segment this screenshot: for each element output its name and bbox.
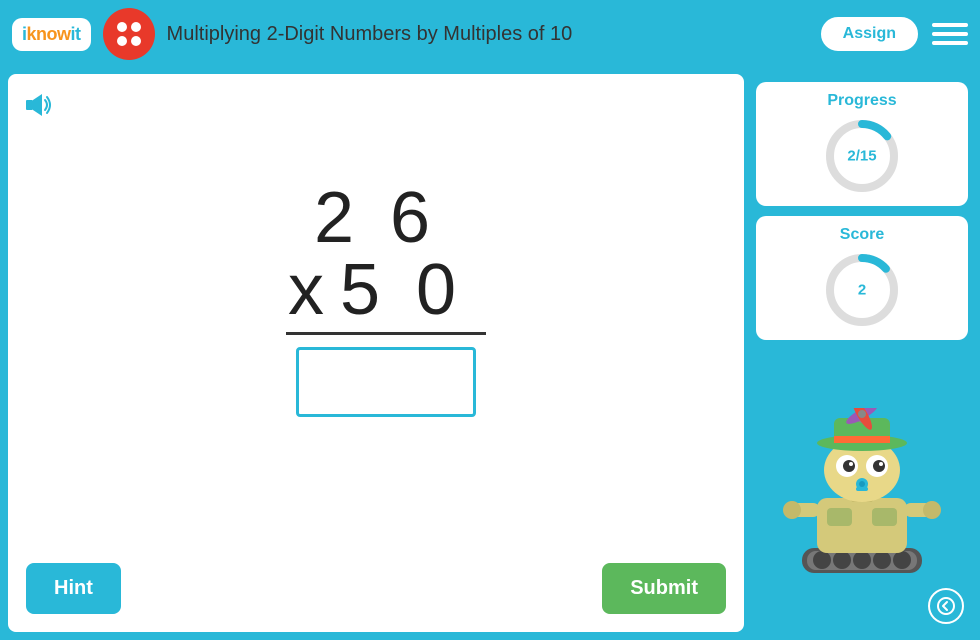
right-panel: Progress 2/15 Score 2 <box>752 74 972 632</box>
multiply-symbol: x <box>288 254 332 326</box>
left-panel: 2 6 x 5 0 Hint Submit <box>8 74 744 632</box>
robot-mascot <box>782 408 942 578</box>
logo-text: iknowit <box>22 24 81 45</box>
header: iknowit Multiplying 2-Digit Numbers by M… <box>0 0 980 68</box>
math-problem: 2 6 x 5 0 <box>22 88 730 551</box>
logo: iknowit <box>12 18 91 51</box>
score-circle: 2 <box>822 250 902 330</box>
dice-dot <box>117 36 127 46</box>
menu-bar-2 <box>932 32 968 36</box>
bottom-row: x 5 0 <box>288 254 464 326</box>
bottom-buttons: Hint Submit <box>22 551 730 618</box>
sound-icon[interactable] <box>24 90 54 125</box>
top-number: 2 6 <box>314 182 438 254</box>
score-value: 2 <box>858 282 866 299</box>
menu-bar-1 <box>932 23 968 27</box>
menu-icon[interactable] <box>932 16 968 52</box>
dice-dot <box>117 22 127 32</box>
progress-label: Progress <box>827 92 896 110</box>
progress-value: 2/15 <box>847 148 876 165</box>
submit-button[interactable]: Submit <box>602 563 726 614</box>
score-box: Score 2 <box>756 216 968 340</box>
mascot-area <box>756 350 968 578</box>
dice-dot <box>131 22 141 32</box>
progress-circle: 2/15 <box>822 116 902 196</box>
back-icon <box>937 597 955 615</box>
back-button[interactable] <box>928 588 964 624</box>
progress-box: Progress 2/15 <box>756 82 968 206</box>
dice-icon <box>103 8 155 60</box>
dice-dot <box>131 36 141 46</box>
main-body: 2 6 x 5 0 Hint Submit Progress 2/15 <box>0 68 980 640</box>
assign-button[interactable]: Assign <box>819 15 920 53</box>
hint-button[interactable]: Hint <box>26 563 121 614</box>
menu-bar-3 <box>932 41 968 45</box>
score-label: Score <box>840 226 884 244</box>
bottom-number: 5 0 <box>340 254 464 326</box>
divider-line <box>286 332 486 335</box>
lesson-title: Multiplying 2-Digit Numbers by Multiples… <box>167 23 807 46</box>
answer-input-box[interactable] <box>296 347 476 417</box>
